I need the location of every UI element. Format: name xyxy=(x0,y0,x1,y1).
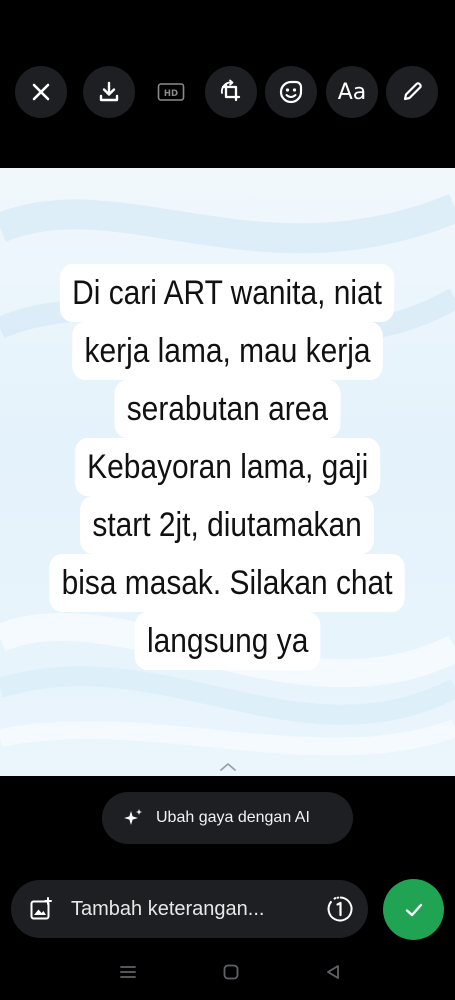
add-image-icon[interactable] xyxy=(29,897,53,921)
sticker-button[interactable] xyxy=(265,66,317,118)
caption-placeholder: Tambah keterangan... xyxy=(71,897,265,920)
hd-icon: HD xyxy=(157,83,185,101)
draw-button[interactable] xyxy=(386,66,438,118)
close-icon xyxy=(32,83,50,101)
system-navigation-bar xyxy=(0,948,455,1000)
download-button[interactable] xyxy=(83,66,135,118)
home-icon[interactable] xyxy=(221,962,241,982)
text-line: start 2jt, diutamakan xyxy=(80,496,375,554)
text-line: bisa masak. Silakan chat xyxy=(49,554,406,612)
text-line: serabutan area xyxy=(114,380,341,438)
editor-toolbar: HD Aa xyxy=(0,0,455,168)
text-line: kerja lama, mau kerja xyxy=(72,322,383,380)
hd-label: HD xyxy=(164,89,178,99)
sparkle-icon xyxy=(122,807,144,829)
download-icon xyxy=(99,81,119,102)
ai-style-button[interactable]: Ubah gaya dengan AI xyxy=(102,792,353,844)
text-line: Di cari ART wanita, niat xyxy=(60,264,395,322)
caption-input[interactable]: Tambah keterangan... xyxy=(11,880,368,938)
ai-style-label: Ubah gaya dengan AI xyxy=(156,809,310,826)
text-overlay[interactable]: Di cari ART wanita, niat kerja lama, mau… xyxy=(0,264,455,670)
view-once-icon[interactable] xyxy=(326,895,354,923)
close-button[interactable] xyxy=(15,66,67,118)
image-preview[interactable]: Di cari ART wanita, niat kerja lama, mau… xyxy=(0,168,455,776)
text-line: Kebayoran lama, gaji xyxy=(74,438,381,496)
back-icon[interactable] xyxy=(323,962,343,982)
chevron-up-icon[interactable] xyxy=(218,761,238,773)
recent-apps-icon[interactable] xyxy=(118,962,138,982)
text-line: langsung ya xyxy=(134,612,321,670)
sticker-icon xyxy=(279,80,303,104)
hd-quality-button[interactable]: HD xyxy=(145,66,197,118)
check-icon xyxy=(405,903,422,916)
crop-rotate-button[interactable] xyxy=(205,66,257,118)
send-button[interactable] xyxy=(383,879,444,940)
pencil-icon xyxy=(403,82,422,101)
crop-rotate-icon xyxy=(221,79,241,102)
text-icon: Aa xyxy=(337,79,367,105)
text-tool-button[interactable]: Aa xyxy=(326,66,378,118)
